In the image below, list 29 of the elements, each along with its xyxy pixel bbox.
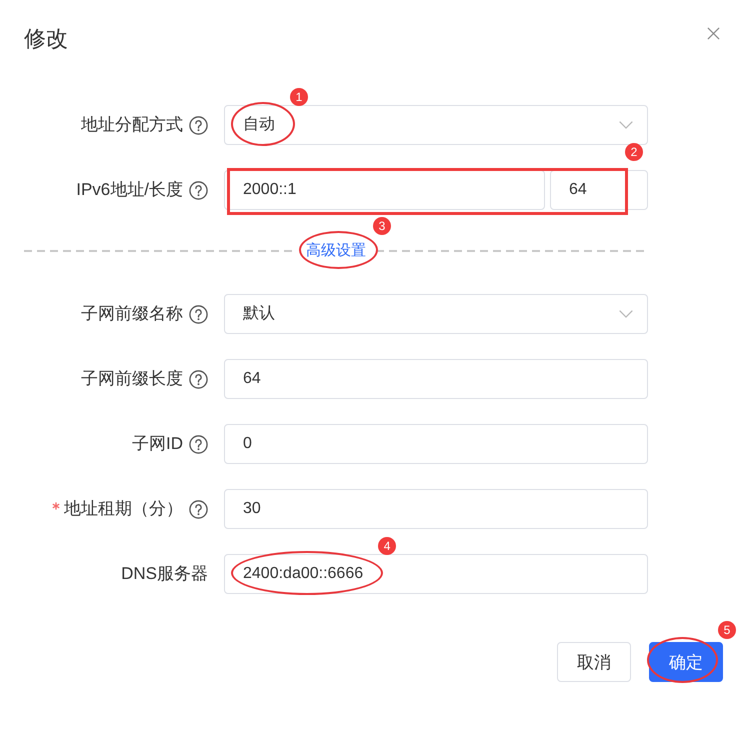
field-label: 子网前缀长度 [81,368,183,390]
input-field[interactable]: 2400:da00::6666 [224,554,648,594]
input-field[interactable]: 64 [550,170,648,210]
field-label: 子网前缀名称 [81,303,183,325]
number-badge: 3 [373,217,391,235]
input-field[interactable]: 30 [224,489,648,529]
dialog-title: 修改 [24,25,68,53]
advanced-settings-link[interactable]: 高级设置 [306,241,366,261]
annotation-ellipse [647,637,718,683]
field-label: 地址分配方式 [81,114,183,136]
number-badge: 5 [718,621,736,639]
confirm-button[interactable]: 确定 [649,642,723,682]
number-badge: 4 [378,537,396,555]
close-icon[interactable] [707,27,720,40]
chevron-down-icon [619,121,633,129]
input-field[interactable]: 0 [224,424,648,464]
input-field[interactable]: 64 [224,359,648,399]
number-badge: 2 [625,143,643,161]
chevron-down-icon [619,310,633,318]
field-label: 子网ID [132,433,183,455]
annotation-ellipse [231,102,295,146]
field-label: IPv6地址/长度 [76,179,183,201]
dropdown-field[interactable]: 自动 [224,105,648,145]
input-field[interactable]: 2000::1 [224,170,545,210]
field-label: DNS服务器 [121,563,208,585]
field-label: 地址租期（分） [64,498,183,520]
number-badge: 1 [290,88,308,106]
cancel-button[interactable]: 取消 [557,642,631,682]
dropdown-field[interactable]: 默认 [224,294,648,334]
